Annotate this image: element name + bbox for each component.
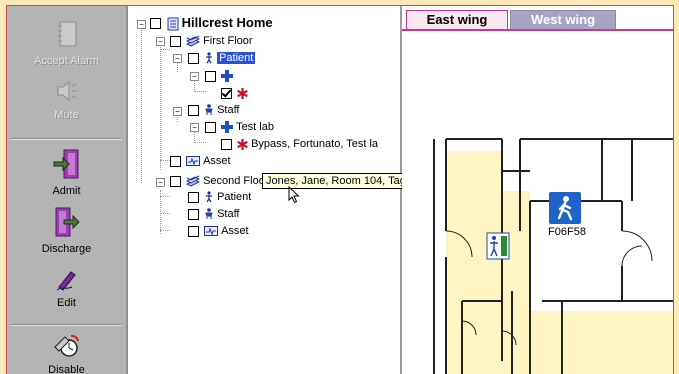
collapse-toggle[interactable]: − [137,20,146,29]
medical-cross-icon [221,70,234,83]
admit-label: Admit [52,185,81,197]
collapse-toggle[interactable]: − [156,37,165,46]
collapse-toggle[interactable]: − [173,54,182,63]
disable-button[interactable]: Disable [7,331,126,374]
tree-node-label: Staff [217,104,240,116]
mute-label: Mute [54,109,79,121]
tree-checkbox[interactable] [188,104,199,116]
floor-stack-icon [186,175,201,187]
admit-button[interactable]: Admit [7,148,126,197]
medical-cross-icon [221,121,234,134]
walking-person-icon [557,196,573,221]
accept-alarm-button[interactable]: Accept Alarm [7,20,126,67]
alarm-asterisk-icon [237,87,248,99]
patient-icon [206,191,213,203]
tag-id-label: F06F58 [548,226,586,238]
tree-checkbox[interactable] [221,138,232,150]
tree-node-label: Test lab [236,121,274,133]
door-enter-icon [53,149,78,179]
tree-node-label: Staff [217,208,240,220]
tree-checkbox[interactable] [170,155,181,167]
edit-button[interactable]: Edit [7,268,126,309]
tree-connector [160,160,170,161]
patient-icon [206,52,213,64]
door-exit-icon [55,207,80,237]
tree-node-first-floor[interactable]: First Floor [170,34,253,48]
tree-connector [194,91,206,92]
mouse-cursor-icon [288,186,300,204]
tree-node-label: Second Floor [203,175,269,187]
collapse-toggle[interactable]: − [156,178,165,187]
tree-node-patient[interactable]: Patient [188,51,256,65]
tree-checkbox[interactable] [205,70,216,82]
tree-checkbox[interactable] [221,87,232,99]
building-icon [167,17,179,31]
tree-connector [160,213,170,214]
tree-checkbox[interactable] [188,52,199,64]
tree-node-bypass-fortunato[interactable]: Bypass, Fortunato, Test la [221,137,401,151]
tab-west-wing[interactable]: West wing [510,10,616,30]
speaker-icon [57,80,77,102]
tree-node-patient-2[interactable]: Patient [188,190,251,204]
staff-icon [205,208,213,220]
tree-checkbox[interactable] [150,18,161,30]
tree-connector [160,49,170,50]
tree-connector [160,196,170,197]
staff-icon [205,104,213,116]
tree-checkbox[interactable] [188,208,199,220]
discharge-button[interactable]: Discharge [7,206,126,255]
pencil-icon [56,271,76,291]
tree-node-patient-group[interactable] [205,69,236,83]
tree-checkbox[interactable] [170,35,181,47]
collapse-toggle[interactable]: − [173,107,182,116]
floor-plan [433,138,673,374]
asset-monitor-icon [186,156,201,167]
floor-map-panel: East wing West wing F06F58 [402,6,673,374]
tree-checkbox[interactable] [205,121,216,133]
collapse-toggle[interactable]: − [190,123,199,132]
tab-east-wing[interactable]: East wing [406,10,508,30]
tree-connector [160,42,161,170]
tag-location-marker[interactable] [549,192,581,224]
sidebar-separator [11,138,122,140]
tree-connector [194,142,206,143]
tree-checkbox[interactable] [188,225,199,237]
exit-icon [486,232,510,260]
tree-node-second-floor[interactable]: Second Floor [170,174,269,188]
tree-node-asset[interactable]: Asset [170,154,231,168]
tree-checkbox[interactable] [170,175,181,187]
floor-stack-icon [186,35,201,47]
tree-node-staff-2[interactable]: Staff [188,207,240,221]
tree-node-label: Asset [221,225,249,237]
edit-label: Edit [57,297,76,309]
tree-node-staff[interactable]: Staff [188,103,240,117]
action-sidebar: Accept Alarm Mute Admit Discharge Edit D… [7,6,128,374]
discharge-label: Discharge [41,243,92,255]
asset-monitor-icon [204,226,219,237]
sidebar-separator [11,324,122,326]
tree-checkbox[interactable] [188,191,199,203]
tree-node-label: Hillcrest Home [181,15,273,30]
mute-button[interactable]: Mute [7,78,126,121]
notebook-icon [57,21,76,47]
tree-node-label: Patient [217,191,252,203]
location-tree: − Hillcrest Home − First Floor − Patient… [128,6,402,374]
app-frame: Accept Alarm Mute Admit Discharge Edit D… [6,5,674,374]
tree-node-label: First Floor [203,35,253,47]
tree-node-asset-2[interactable]: Asset [188,224,249,238]
alarm-tag-disable-icon [53,334,79,357]
tree-node-hillcrest-home[interactable]: Hillcrest Home [150,15,273,31]
tree-node-label: Patient [217,52,256,64]
alarm-asterisk-icon [237,138,248,150]
tree-connector [160,230,170,231]
tree-node-label: Asset [203,155,231,167]
accept-alarm-label: Accept Alarm [34,55,99,67]
tree-node-label: Bypass, Fortunato, Test la [251,138,379,150]
tree-node-test-lab[interactable]: Test lab [205,120,274,134]
collapse-toggle[interactable]: − [190,72,199,81]
tree-connector [141,23,142,183]
tree-node-jones-jane[interactable] [221,86,251,100]
